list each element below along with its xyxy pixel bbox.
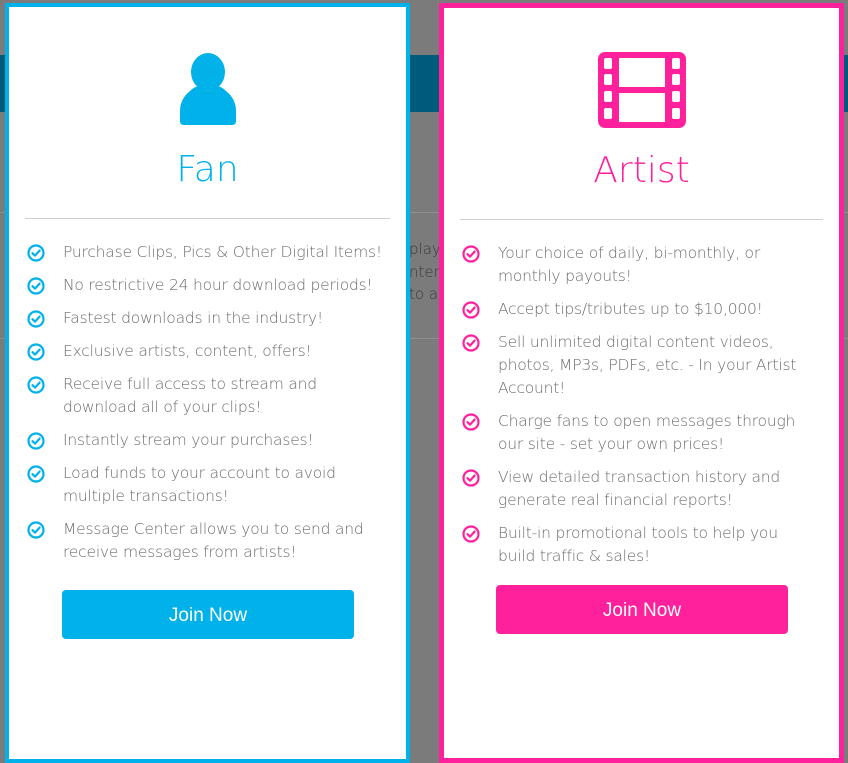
feature-item: Built-in promotional tools to help you b… (462, 522, 819, 568)
feature-text: Message Center allows you to send and re… (63, 520, 364, 561)
feature-item: No restrictive 24 hour download periods! (27, 274, 386, 297)
check-circle-icon (462, 525, 480, 543)
divider (25, 218, 390, 219)
artist-plan-card: Artist Your choice of daily, bi-monthly,… (439, 3, 844, 763)
feature-text: Instantly stream your purchases! (63, 431, 314, 449)
check-circle-icon (27, 244, 45, 262)
feature-item: Load funds to your account to avoid mult… (27, 462, 386, 508)
feature-item: Exclusive artists, content, offers! (27, 340, 386, 363)
feature-item: Receive full access to stream and downlo… (27, 373, 386, 419)
fan-join-now-button[interactable]: Join Now (62, 590, 354, 639)
feature-list: Your choice of daily, bi-monthly, or mon… (462, 242, 819, 578)
feature-item: Your choice of daily, bi-monthly, or mon… (462, 242, 819, 288)
feature-text: Purchase Clips, Pics & Other Digital Ite… (63, 243, 382, 261)
feature-item: Message Center allows you to send and re… (27, 518, 386, 564)
feature-text: Built-in promotional tools to help you b… (498, 524, 778, 565)
user-icon (179, 53, 236, 125)
check-circle-icon (462, 301, 480, 319)
feature-text: Sell unlimited digital content videos, p… (498, 333, 797, 397)
check-circle-icon (462, 413, 480, 431)
divider (460, 219, 823, 220)
feature-item: Accept tips/tributes up to $10,000! (462, 298, 819, 321)
feature-text: Accept tips/tributes up to $10,000! (498, 300, 763, 318)
feature-item: Fastest downloads in the industry! (27, 307, 386, 330)
check-circle-icon (27, 376, 45, 394)
feature-text: Charge fans to open messages through our… (498, 412, 796, 453)
feature-text: No restrictive 24 hour download periods! (63, 276, 373, 294)
feature-text: View detailed transaction history and ge… (498, 468, 781, 509)
plan-title: Artist (593, 150, 690, 191)
check-circle-icon (27, 432, 45, 450)
feature-item: Charge fans to open messages through our… (462, 410, 819, 456)
check-circle-icon (27, 310, 45, 328)
feature-item: View detailed transaction history and ge… (462, 466, 819, 512)
artist-join-now-button[interactable]: Join Now (496, 585, 788, 634)
fan-plan-card: Fan Purchase Clips, Pics & Other Digital… (5, 3, 410, 763)
feature-text: Exclusive artists, content, offers! (63, 342, 312, 360)
check-circle-icon (462, 334, 480, 352)
check-circle-icon (27, 521, 45, 539)
check-circle-icon (27, 277, 45, 295)
feature-text: Receive full access to stream and downlo… (63, 375, 317, 416)
feature-text: Load funds to your account to avoid mult… (63, 464, 336, 505)
feature-text: Your choice of daily, bi-monthly, or mon… (498, 244, 761, 285)
feature-list: Purchase Clips, Pics & Other Digital Ite… (27, 241, 386, 574)
feature-item: Purchase Clips, Pics & Other Digital Ite… (27, 241, 386, 264)
check-circle-icon (462, 469, 480, 487)
film-icon (597, 52, 686, 128)
plan-title: Fan (176, 149, 239, 190)
feature-text: Fastest downloads in the industry! (63, 309, 324, 327)
feature-item: Sell unlimited digital content videos, p… (462, 331, 819, 400)
check-circle-icon (27, 465, 45, 483)
check-circle-icon (462, 245, 480, 263)
check-circle-icon (27, 343, 45, 361)
feature-item: Instantly stream your purchases! (27, 429, 386, 452)
background-text: to a (409, 285, 439, 303)
